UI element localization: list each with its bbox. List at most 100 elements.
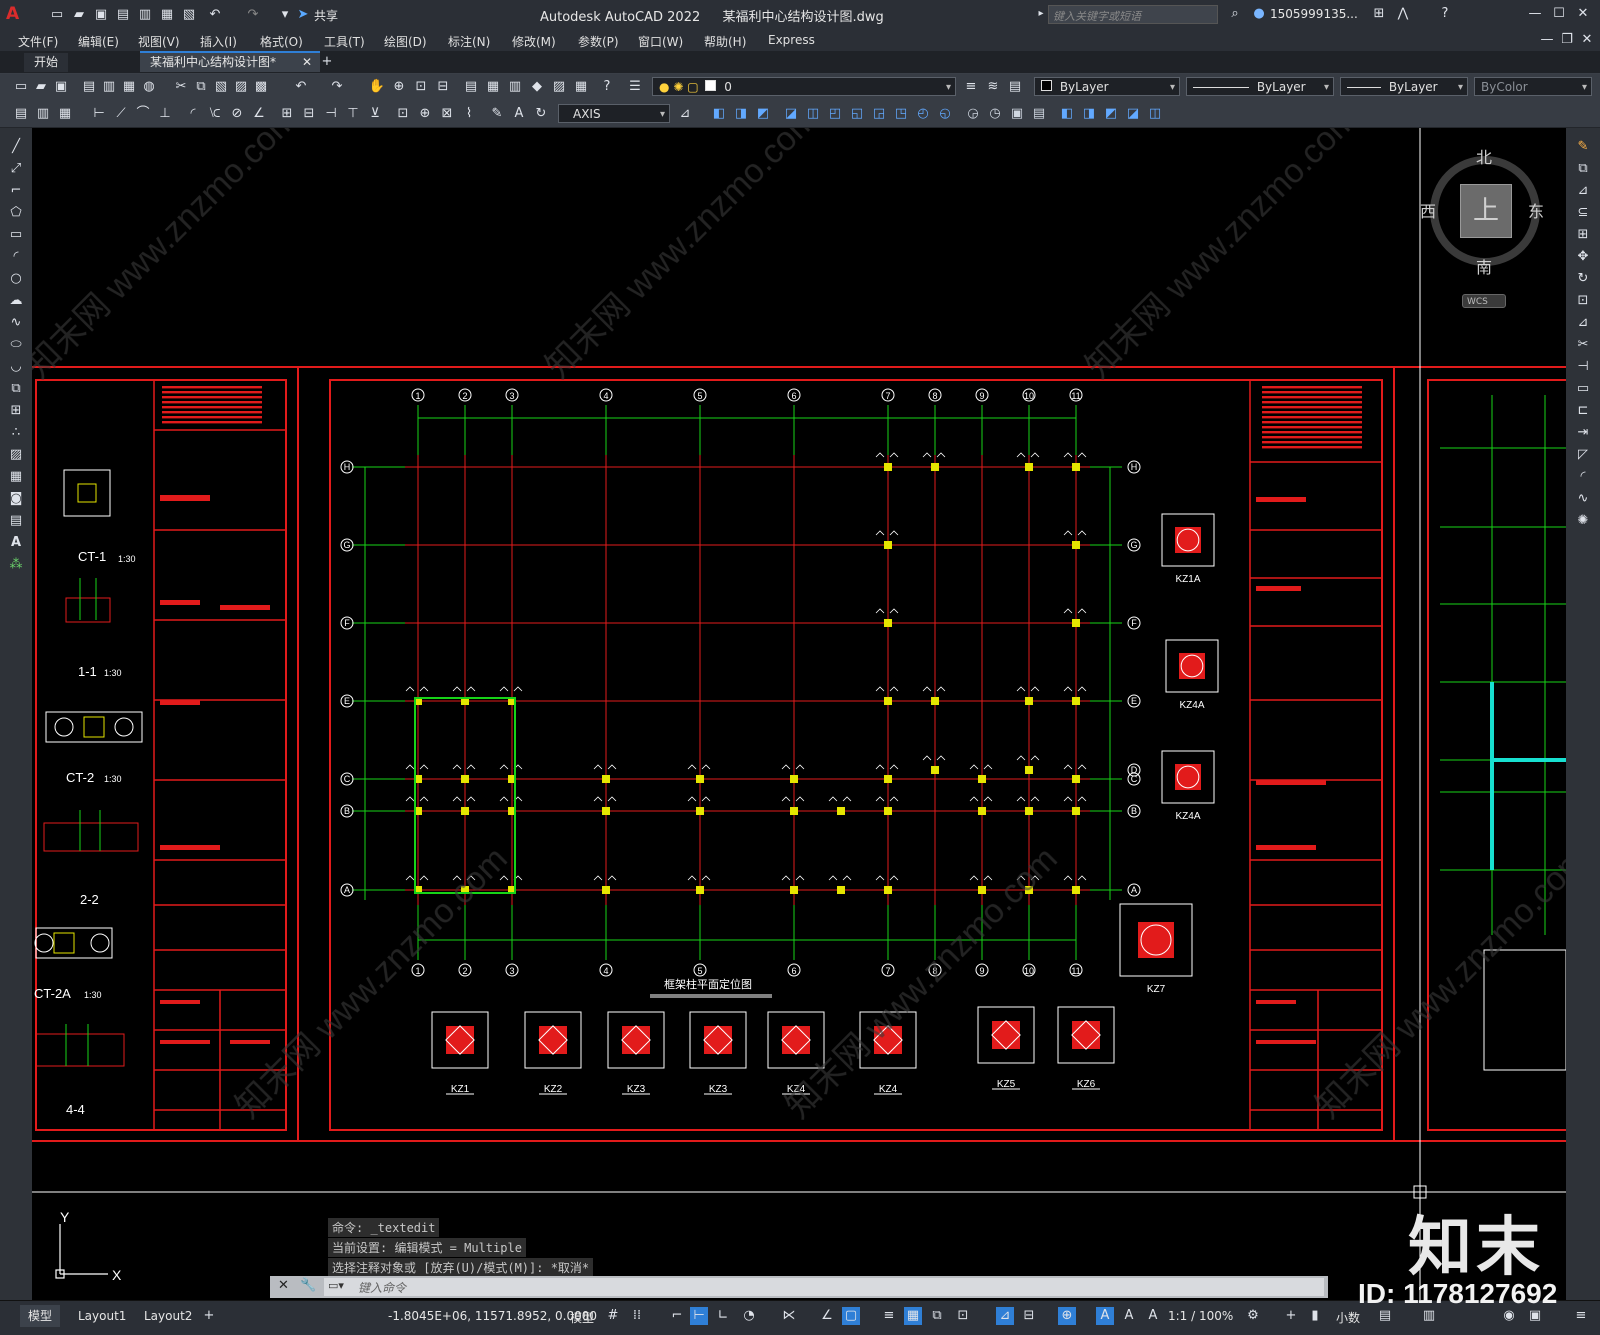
- 3d-sweep-icon[interactable]: ◰: [826, 105, 844, 123]
- dim-jogged-icon[interactable]: ⟈: [206, 105, 224, 123]
- tb-plot-icon[interactable]: ▤: [80, 78, 98, 96]
- tb-calc-icon[interactable]: ▦: [572, 78, 590, 96]
- help-icon[interactable]: ?: [1436, 5, 1454, 23]
- jog-line-icon[interactable]: ⌇: [460, 105, 478, 123]
- gradient-icon[interactable]: ▦: [7, 468, 25, 486]
- annotation-scale-value[interactable]: 1:1 / 100%: [1168, 1309, 1233, 1323]
- 3d-align-icon[interactable]: ◵: [936, 105, 954, 123]
- redo-icon[interactable]: ↷: [244, 6, 262, 24]
- tb-make-current-icon[interactable]: ≡: [962, 78, 980, 96]
- auto-scale-icon[interactable]: A: [1120, 1307, 1138, 1325]
- menu-file[interactable]: 文件(F): [18, 33, 58, 50]
- 3d-move-icon[interactable]: ◳: [892, 105, 910, 123]
- offset-icon[interactable]: ⊆: [1574, 204, 1592, 222]
- mtext-icon[interactable]: A: [7, 534, 25, 552]
- plotstyle-dropdown[interactable]: ByColor ▾: [1474, 77, 1592, 96]
- settings-gear-icon[interactable]: ⚙: [1244, 1307, 1262, 1325]
- autocad-logo-icon[interactable]: A: [6, 4, 24, 24]
- search-icon[interactable]: ⌕: [1226, 5, 1244, 23]
- revcloud-icon[interactable]: ☁: [7, 292, 25, 310]
- tb-markup-icon[interactable]: ▨: [550, 78, 568, 96]
- units-value[interactable]: 小数: [1336, 1309, 1360, 1326]
- layout-tab-layout2[interactable]: Layout2: [136, 1305, 200, 1327]
- tb-redo-icon[interactable]: ↷: [328, 78, 346, 96]
- polar-icon[interactable]: ◔: [740, 1307, 758, 1325]
- undo-icon[interactable]: ↶: [206, 6, 224, 24]
- tb-help-icon[interactable]: ?: [598, 78, 616, 96]
- gizmo-icon[interactable]: ⊕: [1058, 1307, 1076, 1325]
- inspect-icon[interactable]: ⊠: [438, 105, 456, 123]
- tb-cut-icon[interactable]: ✂: [172, 78, 190, 96]
- doc-close-icon[interactable]: ✕: [1578, 31, 1596, 49]
- tb-toolpalette-icon[interactable]: ▥: [506, 78, 524, 96]
- dim-radius-icon[interactable]: ◜: [184, 105, 202, 123]
- tb-save-icon[interactable]: ▣: [52, 78, 70, 96]
- dim-continue-icon[interactable]: ⊣: [322, 105, 340, 123]
- 3d-subtract-icon[interactable]: ◩: [754, 105, 772, 123]
- maximize-icon[interactable]: ☐: [1550, 5, 1568, 23]
- array-icon[interactable]: ⊞: [1574, 226, 1592, 244]
- menu-express[interactable]: Express: [768, 33, 815, 47]
- viewcube[interactable]: 上 北 南 东 西 WCS: [1420, 148, 1550, 310]
- isodraft-icon[interactable]: ⋉: [780, 1307, 798, 1325]
- tab-start[interactable]: 开始: [24, 53, 69, 72]
- mirror-icon[interactable]: ⊿: [1574, 182, 1592, 200]
- tb-zoom-previous-icon[interactable]: ⊟: [434, 78, 452, 96]
- 3d-thicken-icon[interactable]: ◩: [1102, 105, 1120, 123]
- circle-icon[interactable]: ○: [7, 270, 25, 288]
- 3d-separate-icon[interactable]: ▤: [1030, 105, 1048, 123]
- selection-cycling-icon[interactable]: ⧉: [928, 1307, 946, 1325]
- hatch-icon[interactable]: ▨: [7, 446, 25, 464]
- rotate-icon[interactable]: ↻: [1574, 270, 1592, 288]
- dimstyle-dropdown[interactable]: AXIS ▾: [558, 104, 670, 123]
- dim-ordinate-icon[interactable]: ⊥: [156, 105, 174, 123]
- polygon-icon[interactable]: ⬠: [7, 204, 25, 222]
- table-icon[interactable]: ▤: [7, 512, 25, 530]
- add-layout-icon[interactable]: +: [200, 1307, 218, 1325]
- publish-icon[interactable]: ▥: [136, 6, 154, 24]
- customization-icon[interactable]: ≡: [1572, 1307, 1590, 1325]
- menu-view[interactable]: 视图(V): [138, 33, 180, 50]
- tb-publish-icon[interactable]: ▦: [120, 78, 138, 96]
- menu-window[interactable]: 窗口(W): [638, 33, 683, 50]
- color-dropdown[interactable]: ByLayer ▾: [1034, 77, 1180, 96]
- cart-icon[interactable]: ⊞: [1370, 5, 1388, 23]
- new-file-icon[interactable]: ▭: [48, 6, 66, 24]
- tb-new-icon[interactable]: ▭: [12, 78, 30, 96]
- 3d-union-icon[interactable]: ◨: [732, 105, 750, 123]
- user-icon[interactable]: ●: [1250, 5, 1268, 23]
- share-icon[interactable]: ➤: [294, 6, 312, 24]
- break-icon[interactable]: ⊏: [1574, 402, 1592, 420]
- dim-quick-icon[interactable]: ⊞: [278, 105, 296, 123]
- menu-draw[interactable]: 绘图(D): [384, 33, 427, 50]
- rectangle-icon[interactable]: ▭: [7, 226, 25, 244]
- menu-dimension[interactable]: 标注(N): [448, 33, 490, 50]
- new-tab-icon[interactable]: +: [318, 53, 336, 71]
- tb-zoom-window-icon[interactable]: ⊡: [412, 78, 430, 96]
- tb-properties-icon[interactable]: ▤: [462, 78, 480, 96]
- dim-edit-icon[interactable]: ✎: [488, 105, 506, 123]
- construction-line-icon[interactable]: ⤢: [7, 160, 25, 178]
- units-icon[interactable]: ▮: [1306, 1307, 1324, 1325]
- scale-icon[interactable]: ⊡: [1574, 292, 1592, 310]
- snap-icon[interactable]: ⁞⁞: [628, 1307, 646, 1325]
- 3d-interfere-icon[interactable]: ◪: [1124, 105, 1142, 123]
- dim-break-icon[interactable]: ⊻: [366, 105, 384, 123]
- coordinates-readout[interactable]: -1.8045E+06, 11571.8952, 0.0000: [388, 1309, 597, 1323]
- menu-tools[interactable]: 工具(T): [324, 33, 365, 50]
- stretch-icon[interactable]: ⊿: [1574, 314, 1592, 332]
- lineweight-dropdown[interactable]: ByLayer ▾: [1340, 77, 1468, 96]
- open-file-icon[interactable]: ▰: [70, 6, 88, 24]
- tb2-b-icon[interactable]: ▥: [34, 105, 52, 123]
- spline-icon[interactable]: ∿: [7, 314, 25, 332]
- tb-pan-icon[interactable]: ✋: [368, 78, 386, 96]
- tb-undo-icon[interactable]: ↶: [292, 78, 310, 96]
- doc-restore-icon[interactable]: ❐: [1558, 31, 1576, 49]
- save-icon[interactable]: ▣: [92, 6, 110, 24]
- 3d-osnap-icon[interactable]: ⊡: [954, 1307, 972, 1325]
- tolerance-icon[interactable]: ⊡: [394, 105, 412, 123]
- selection-filter-icon[interactable]: ⊟: [1020, 1307, 1038, 1325]
- layout-tab-model[interactable]: 模型: [20, 1305, 61, 1327]
- tb-3dprint-icon[interactable]: ◍: [140, 78, 158, 96]
- save-as-icon[interactable]: ▤: [114, 6, 132, 24]
